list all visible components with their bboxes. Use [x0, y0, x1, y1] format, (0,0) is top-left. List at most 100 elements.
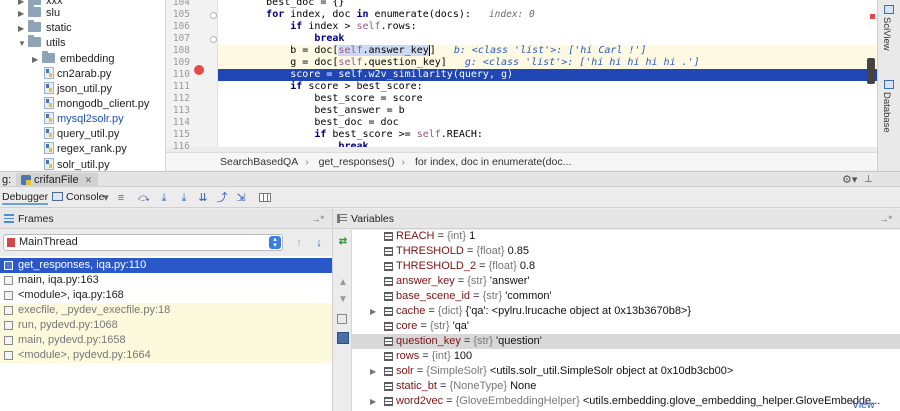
copy-icon[interactable]: [337, 314, 347, 324]
new-watch-icon[interactable]: ⇄: [337, 236, 349, 248]
step-out-icon[interactable]: ⤴: [215, 192, 229, 204]
tree-item-utils[interactable]: ▼ utils: [18, 35, 66, 51]
hide-panel-icon[interactable]: ⊥: [864, 172, 873, 188]
sciview-icon[interactable]: [884, 5, 894, 14]
line-number: 114: [172, 117, 190, 128]
tab-console[interactable]: Console: [52, 190, 105, 205]
tree-item-mongodb-client[interactable]: mongodb_client.py: [44, 97, 149, 112]
collapsed-arrow-icon[interactable]: ▶: [18, 6, 28, 21]
console-menu-icon[interactable]: ▾: [99, 192, 113, 204]
tree-item-static[interactable]: ▶ static: [18, 20, 72, 36]
tree-item-slu[interactable]: ▶ slu: [18, 5, 60, 21]
variable-row[interactable]: THRESHOLD_2 = {float} 0.8: [352, 259, 900, 274]
variable-row[interactable]: ▶ cache = {dict} {'qa': <pylru.lrucache o…: [352, 304, 900, 319]
variable-row[interactable]: base_scene_id = {str} 'common': [352, 289, 900, 304]
thread-selector-row: MainThread ▴ ▾ ↑ ↓: [0, 230, 333, 256]
variable-row[interactable]: THRESHOLD = {float} 0.85: [352, 244, 900, 259]
collapsed-arrow-icon[interactable]: ▶: [32, 52, 42, 67]
frame-item[interactable]: main, iqa.py:163: [0, 273, 332, 288]
fold-marker-icon[interactable]: [210, 12, 217, 19]
next-frame-icon[interactable]: ↓: [314, 237, 324, 249]
error-stripe-marker[interactable]: [870, 14, 875, 19]
breakpoint-icon[interactable]: [194, 65, 204, 75]
editor-scroll-thumb[interactable]: [867, 58, 875, 84]
view-link[interactable]: View: [852, 399, 875, 411]
var-name: core: [396, 320, 418, 332]
breadcrumb-item[interactable]: SearchBasedQA: [220, 156, 298, 168]
expanded-arrow-icon[interactable]: ▼: [18, 36, 28, 51]
tree-item-solr-util[interactable]: solr_util.py: [44, 158, 110, 171]
sciview-tab[interactable]: SciView: [881, 17, 892, 51]
run-to-cursor-icon[interactable]: ⇲: [234, 192, 248, 204]
database-tab[interactable]: Database: [881, 92, 892, 133]
step-over-icon[interactable]: ⤼: [137, 192, 151, 204]
fold-marker-icon[interactable]: [210, 36, 217, 43]
line-number: 105: [172, 9, 190, 20]
variables-tree: REACH = {int} 1 THRESHOLD = {float} 0.85…: [352, 230, 900, 411]
frame-item[interactable]: <module>, pydevd.py:1664: [0, 348, 332, 363]
evaluate-expression-icon[interactable]: [259, 193, 271, 202]
thread-dropdown[interactable]: MainThread ▴ ▾: [3, 234, 283, 251]
frame-item[interactable]: <module>, iqa.py:168: [0, 288, 332, 303]
frame-label: execfile, _pydev_execfile.py:18: [18, 304, 171, 316]
move-up-icon[interactable]: ▲: [337, 277, 349, 289]
var-type: {SimpleSolr}: [426, 365, 487, 377]
field-icon: [384, 397, 393, 406]
variable-row[interactable]: answer_key = {str} 'answer': [352, 274, 900, 289]
var-name: answer_key: [396, 275, 455, 287]
previous-frame-icon[interactable]: ↑: [294, 237, 304, 249]
tree-item-query-util[interactable]: query_util.py: [44, 127, 119, 142]
field-icon: [384, 352, 393, 361]
chevron-updown-icon[interactable]: ▴ ▾: [269, 236, 281, 249]
expand-arrow-icon[interactable]: ▶: [370, 364, 376, 379]
variable-row[interactable]: rows = {int} 100: [352, 349, 900, 364]
variable-row-selected[interactable]: question_key = {str} 'question': [352, 334, 900, 349]
pin-icon[interactable]: →*: [311, 209, 324, 229]
editor-gutter[interactable]: 104 105 106 107 108 109 110 111 112 113 …: [166, 0, 218, 152]
code-editor[interactable]: best_doc = {} for index, doc in enumerat…: [218, 0, 877, 147]
field-icon: [384, 382, 393, 391]
pin-icon[interactable]: →*: [879, 209, 892, 229]
tree-item-mysql2solr[interactable]: mysql2solr.py: [44, 112, 124, 127]
variable-row[interactable]: REACH = {int} 1: [352, 230, 900, 244]
frame-item[interactable]: execfile, _pydev_execfile.py:18: [0, 303, 332, 318]
var-type: {GloveEmbeddingHelper}: [455, 395, 580, 407]
breadcrumb-item[interactable]: get_responses(): [319, 156, 395, 168]
variable-row[interactable]: core = {str} 'qa': [352, 319, 900, 334]
var-type: {dict}: [437, 305, 463, 317]
expand-arrow-icon[interactable]: ▶: [370, 394, 376, 409]
variable-row[interactable]: ▶ solr = {SimpleSolr} <utils.solr_util.Si…: [352, 364, 900, 379]
close-icon[interactable]: ✕: [85, 175, 93, 185]
run-config-tab[interactable]: crifanFile ✕: [16, 173, 99, 187]
gear-icon[interactable]: ⚙▾: [842, 172, 857, 188]
code-line-105: for index, doc in enumerate(docs): index…: [266, 9, 535, 20]
tree-item-json-util[interactable]: json_util.py: [44, 82, 112, 97]
frame-item[interactable]: run, pydevd.py:1068: [0, 318, 332, 333]
expand-arrow-icon[interactable]: ▶: [370, 304, 376, 319]
frame-icon: [4, 276, 13, 285]
tree-item-embedding[interactable]: ▶ embedding: [32, 51, 114, 67]
force-step-into-icon[interactable]: ⇊: [196, 192, 210, 204]
collapsed-arrow-icon[interactable]: ▶: [18, 21, 28, 36]
breadcrumb-item[interactable]: for index, doc in enumerate(doc...: [415, 156, 571, 168]
show-execution-point-icon[interactable]: ≡: [114, 192, 128, 204]
line-number: 108: [172, 45, 190, 56]
variable-row[interactable]: ▶ word2vec = {GloveEmbeddingHelper} <util…: [352, 394, 900, 409]
tree-item-cn2arab[interactable]: cn2arab.py: [44, 67, 111, 82]
frame-item[interactable]: main, pydevd.py:1658: [0, 333, 332, 348]
tab-debugger[interactable]: Debugger: [2, 190, 49, 205]
database-icon[interactable]: [884, 80, 894, 89]
var-name: static_bt: [396, 380, 437, 392]
field-icon: [384, 307, 393, 316]
frame-label: <module>, pydevd.py:1664: [18, 349, 151, 361]
show-values-icon[interactable]: [337, 332, 349, 344]
execution-line-110: score = self.w2v_similarity(query, g): [218, 69, 877, 81]
step-into-icon[interactable]: ⤓: [157, 192, 171, 204]
field-icon: [384, 232, 393, 241]
variable-row[interactable]: static_bt = {NoneType} None: [352, 379, 900, 394]
frame-item[interactable]: get_responses, iqa.py:110: [0, 258, 332, 273]
move-down-icon[interactable]: ▼: [337, 294, 349, 306]
step-into-my-code-icon[interactable]: ⤓: [177, 192, 191, 204]
tree-item-regex-rank[interactable]: regex_rank.py: [44, 142, 127, 157]
python-file-icon: [44, 142, 54, 154]
